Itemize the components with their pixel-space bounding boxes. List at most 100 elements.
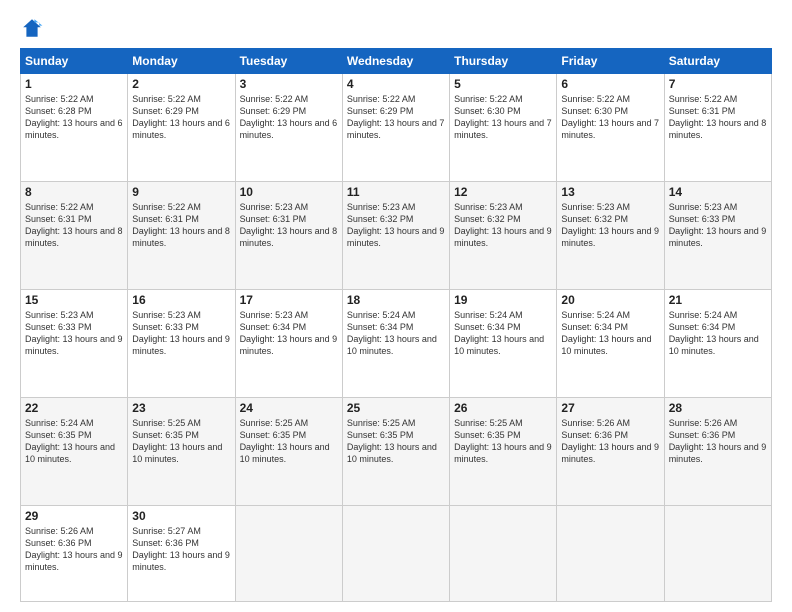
day-info: Sunrise: 5:27 AMSunset: 6:36 PMDaylight:… [132, 526, 230, 572]
day-info: Sunrise: 5:22 AMSunset: 6:30 PMDaylight:… [454, 94, 552, 140]
day-number: 10 [240, 185, 338, 199]
calendar-cell [342, 505, 449, 602]
page: SundayMondayTuesdayWednesdayThursdayFrid… [0, 0, 792, 612]
calendar-cell: 2 Sunrise: 5:22 AMSunset: 6:29 PMDaylight… [128, 74, 235, 182]
day-info: Sunrise: 5:23 AMSunset: 6:31 PMDaylight:… [240, 202, 338, 248]
calendar-cell: 13 Sunrise: 5:23 AMSunset: 6:32 PMDayligh… [557, 181, 664, 289]
calendar-week-row: 22Sunrise: 5:24 AMSunset: 6:35 PMDayligh… [21, 397, 772, 505]
header [20, 16, 772, 40]
calendar-cell [235, 505, 342, 602]
calendar-cell: 7 Sunrise: 5:22 AMSunset: 6:31 PMDaylight… [664, 74, 771, 182]
calendar-cell: 18 Sunrise: 5:24 AMSunset: 6:34 PMDayligh… [342, 289, 449, 397]
day-number: 11 [347, 185, 445, 199]
day-number: 21 [669, 293, 767, 307]
calendar-cell: 1 Sunrise: 5:22 AMSunset: 6:28 PMDaylight… [21, 74, 128, 182]
day-number: 20 [561, 293, 659, 307]
day-info: Sunrise: 5:26 AMSunset: 6:36 PMDaylight:… [25, 526, 123, 572]
day-info: Sunrise: 5:23 AMSunset: 6:34 PMDaylight:… [240, 310, 338, 356]
calendar-cell: 5Sunrise: 5:22 AMSunset: 6:30 PMDaylight… [450, 74, 557, 182]
calendar-cell [557, 505, 664, 602]
calendar-cell: 6 Sunrise: 5:22 AMSunset: 6:30 PMDaylight… [557, 74, 664, 182]
day-number: 13 [561, 185, 659, 199]
day-info: Sunrise: 5:22 AMSunset: 6:30 PMDaylight:… [561, 94, 659, 140]
calendar-cell: 29 Sunrise: 5:26 AMSunset: 6:36 PMDayligh… [21, 505, 128, 602]
day-info: Sunrise: 5:22 AMSunset: 6:29 PMDaylight:… [347, 94, 445, 140]
calendar-cell: 16 Sunrise: 5:23 AMSunset: 6:33 PMDayligh… [128, 289, 235, 397]
day-info: Sunrise: 5:23 AMSunset: 6:33 PMDaylight:… [25, 310, 123, 356]
calendar-cell: 4 Sunrise: 5:22 AMSunset: 6:29 PMDaylight… [342, 74, 449, 182]
day-number: 4 [347, 77, 445, 91]
day-info: Sunrise: 5:25 AMSunset: 6:35 PMDaylight:… [240, 418, 330, 464]
calendar-cell: 30 Sunrise: 5:27 AMSunset: 6:36 PMDayligh… [128, 505, 235, 602]
day-number: 24 [240, 401, 338, 415]
day-number: 29 [25, 509, 123, 523]
day-number: 28 [669, 401, 767, 415]
calendar-cell: 21 Sunrise: 5:24 AMSunset: 6:34 PMDayligh… [664, 289, 771, 397]
day-number: 12 [454, 185, 552, 199]
day-info: Sunrise: 5:25 AMSunset: 6:35 PMDaylight:… [347, 418, 437, 464]
calendar-cell: 19 Sunrise: 5:24 AMSunset: 6:34 PMDayligh… [450, 289, 557, 397]
day-info: Sunrise: 5:23 AMSunset: 6:33 PMDaylight:… [669, 202, 767, 248]
day-info: Sunrise: 5:22 AMSunset: 6:29 PMDaylight:… [240, 94, 338, 140]
weekday-header: Monday [128, 49, 235, 74]
weekday-header: Tuesday [235, 49, 342, 74]
day-number: 1 [25, 77, 123, 91]
calendar-table: SundayMondayTuesdayWednesdayThursdayFrid… [20, 48, 772, 602]
day-number: 15 [25, 293, 123, 307]
weekday-header: Saturday [664, 49, 771, 74]
day-number: 3 [240, 77, 338, 91]
day-info: Sunrise: 5:26 AMSunset: 6:36 PMDaylight:… [669, 418, 767, 464]
day-number: 26 [454, 401, 552, 415]
day-info: Sunrise: 5:22 AMSunset: 6:28 PMDaylight:… [25, 94, 123, 140]
day-info: Sunrise: 5:23 AMSunset: 6:32 PMDaylight:… [347, 202, 445, 248]
day-number: 23 [132, 401, 230, 415]
calendar-cell: 24 Sunrise: 5:25 AMSunset: 6:35 PMDayligh… [235, 397, 342, 505]
calendar-cell: 11 Sunrise: 5:23 AMSunset: 6:32 PMDayligh… [342, 181, 449, 289]
day-info: Sunrise: 5:23 AMSunset: 6:33 PMDaylight:… [132, 310, 230, 356]
calendar-cell: 27 Sunrise: 5:26 AMSunset: 6:36 PMDayligh… [557, 397, 664, 505]
day-info: Sunrise: 5:24 AMSunset: 6:34 PMDaylight:… [561, 310, 651, 356]
day-info: Sunrise: 5:24 AMSunset: 6:34 PMDaylight:… [669, 310, 759, 356]
calendar-cell: 25Sunrise: 5:25 AMSunset: 6:35 PMDayligh… [342, 397, 449, 505]
day-info: Sunrise: 5:26 AMSunset: 6:36 PMDaylight:… [561, 418, 659, 464]
calendar-cell: 26 Sunrise: 5:25 AMSunset: 6:35 PMDayligh… [450, 397, 557, 505]
weekday-header: Wednesday [342, 49, 449, 74]
calendar-cell [450, 505, 557, 602]
calendar-cell: 15 Sunrise: 5:23 AMSunset: 6:33 PMDayligh… [21, 289, 128, 397]
weekday-header: Sunday [21, 49, 128, 74]
day-info: Sunrise: 5:25 AMSunset: 6:35 PMDaylight:… [132, 418, 222, 464]
day-number: 14 [669, 185, 767, 199]
calendar-cell: 12 Sunrise: 5:23 AMSunset: 6:32 PMDayligh… [450, 181, 557, 289]
calendar-cell: 17 Sunrise: 5:23 AMSunset: 6:34 PMDayligh… [235, 289, 342, 397]
day-info: Sunrise: 5:25 AMSunset: 6:35 PMDaylight:… [454, 418, 552, 464]
day-info: Sunrise: 5:23 AMSunset: 6:32 PMDaylight:… [454, 202, 552, 248]
calendar-cell: 10 Sunrise: 5:23 AMSunset: 6:31 PMDayligh… [235, 181, 342, 289]
weekday-header-row: SundayMondayTuesdayWednesdayThursdayFrid… [21, 49, 772, 74]
day-number: 2 [132, 77, 230, 91]
day-info: Sunrise: 5:24 AMSunset: 6:34 PMDaylight:… [454, 310, 544, 356]
day-number: 6 [561, 77, 659, 91]
day-number: 16 [132, 293, 230, 307]
day-number: 17 [240, 293, 338, 307]
calendar-week-row: 29 Sunrise: 5:26 AMSunset: 6:36 PMDayligh… [21, 505, 772, 602]
day-info: Sunrise: 5:22 AMSunset: 6:31 PMDaylight:… [25, 202, 123, 248]
day-info: Sunrise: 5:24 AMSunset: 6:34 PMDaylight:… [347, 310, 437, 356]
day-number: 30 [132, 509, 230, 523]
day-info: Sunrise: 5:22 AMSunset: 6:31 PMDaylight:… [132, 202, 230, 248]
day-number: 19 [454, 293, 552, 307]
day-number: 27 [561, 401, 659, 415]
logo [20, 16, 48, 40]
day-number: 7 [669, 77, 767, 91]
day-info: Sunrise: 5:22 AMSunset: 6:29 PMDaylight:… [132, 94, 230, 140]
weekday-header: Friday [557, 49, 664, 74]
calendar-cell: 28 Sunrise: 5:26 AMSunset: 6:36 PMDayligh… [664, 397, 771, 505]
calendar-cell: 9 Sunrise: 5:22 AMSunset: 6:31 PMDaylight… [128, 181, 235, 289]
day-number: 18 [347, 293, 445, 307]
calendar-cell [664, 505, 771, 602]
day-number: 9 [132, 185, 230, 199]
calendar-cell: 22Sunrise: 5:24 AMSunset: 6:35 PMDayligh… [21, 397, 128, 505]
day-info: Sunrise: 5:22 AMSunset: 6:31 PMDaylight:… [669, 94, 767, 140]
day-number: 8 [25, 185, 123, 199]
day-info: Sunrise: 5:23 AMSunset: 6:32 PMDaylight:… [561, 202, 659, 248]
calendar-week-row: 15 Sunrise: 5:23 AMSunset: 6:33 PMDayligh… [21, 289, 772, 397]
